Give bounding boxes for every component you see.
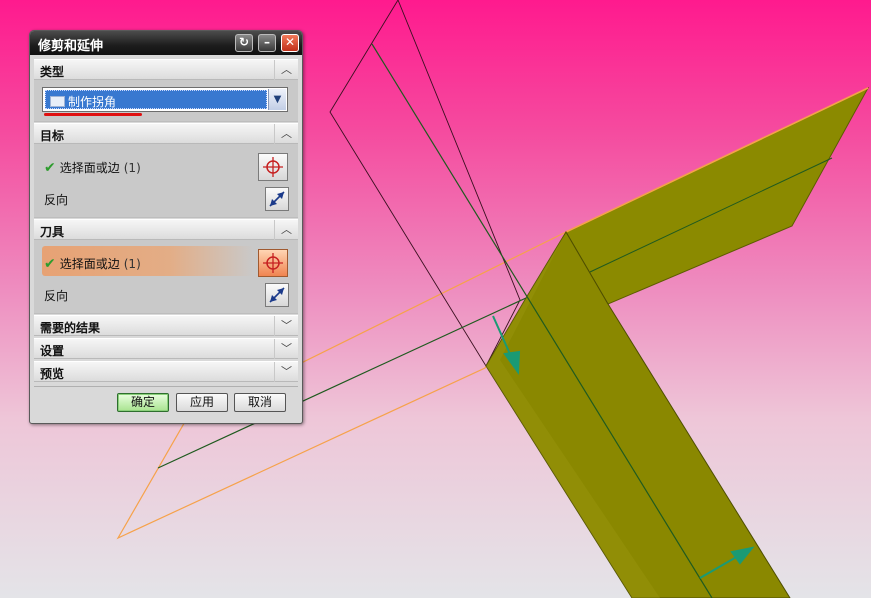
tool-select-row[interactable]: ✔ 选择面或边 (1) (44, 255, 141, 272)
target-select-row[interactable]: ✔ 选择面或边 (1) (44, 159, 141, 176)
group-required-result-label: 需要的结果 (40, 321, 101, 335)
target-crosshair-select-button[interactable] (258, 153, 288, 181)
reverse-direction-icon (269, 287, 285, 303)
trim-and-extend-dialog: 修剪和延伸 ↻ – ✕ 类型 ︿ 制作拐角 ▼ 目标 ︿ ✔ 选择面或边 (1) 反… (29, 30, 303, 424)
tool-select-label: 选择面或边 (59, 257, 120, 271)
crosshair-select-icon (263, 157, 283, 177)
tool-group-label: 刀具 (40, 225, 65, 239)
chevron-up-icon[interactable]: ︿ (274, 124, 298, 144)
chevron-up-icon[interactable]: ︿ (274, 60, 298, 80)
type-group-label: 类型 (40, 65, 65, 79)
close-icon[interactable]: ✕ (281, 34, 299, 52)
ok-button[interactable]: 确定 (117, 393, 169, 412)
chevron-down-icon[interactable]: ﹀ (274, 339, 298, 359)
tool-select-count: (1) (123, 257, 141, 271)
target-group-label: 目标 (40, 129, 65, 143)
type-group-header[interactable]: 类型 ︿ (34, 59, 298, 80)
reverse-direction-icon (269, 191, 285, 207)
target-reverse-button[interactable] (265, 187, 289, 211)
red-annotation-underline (44, 113, 142, 116)
type-dropdown-value: 制作拐角 (68, 95, 117, 109)
crosshair-select-icon (263, 253, 283, 273)
type-dropdown[interactable]: 制作拐角 ▼ (42, 87, 288, 112)
tool-crosshair-select-button[interactable] (258, 249, 288, 277)
target-select-count: (1) (123, 161, 141, 175)
reset-icon[interactable]: ↻ (235, 34, 253, 52)
dropdown-arrow-icon[interactable]: ▼ (268, 89, 286, 110)
upper-sheet-face[interactable] (565, 86, 870, 305)
group-settings[interactable]: 设置 ﹀ (34, 338, 298, 359)
dialog-titlebar[interactable]: 修剪和延伸 ↻ – ✕ (30, 31, 302, 55)
dialog-title: 修剪和延伸 (38, 39, 104, 54)
tool-group-header[interactable]: 刀具 ︿ (34, 219, 298, 240)
checkmark-icon: ✔ (44, 160, 56, 176)
chevron-up-icon[interactable]: ︿ (274, 220, 298, 240)
group-preview-label: 预览 (40, 367, 65, 381)
type-dropdown-selection: 制作拐角 (45, 90, 267, 109)
cancel-button[interactable]: 取消 (234, 393, 286, 412)
chevron-down-icon[interactable]: ﹀ (274, 316, 298, 336)
target-reverse-label: 反向 (44, 193, 69, 207)
apply-button[interactable]: 应用 (176, 393, 228, 412)
checkmark-icon: ✔ (44, 256, 56, 272)
target-select-label: 选择面或边 (59, 161, 120, 175)
group-required-result[interactable]: 需要的结果 ﹀ (34, 315, 298, 336)
target-group-header[interactable]: 目标 ︿ (34, 123, 298, 144)
green-edge-line (371, 43, 713, 598)
minimize-icon[interactable]: – (258, 34, 276, 52)
plane-outline[interactable] (329, 0, 521, 367)
footer-divider (34, 386, 298, 387)
corner-type-icon (50, 96, 65, 107)
tool-reverse-label: 反向 (44, 289, 69, 303)
chevron-down-icon[interactable]: ﹀ (274, 362, 298, 382)
tool-reverse-button[interactable] (265, 283, 289, 307)
group-settings-label: 设置 (40, 344, 65, 358)
group-preview[interactable]: 预览 ﹀ (34, 361, 298, 382)
